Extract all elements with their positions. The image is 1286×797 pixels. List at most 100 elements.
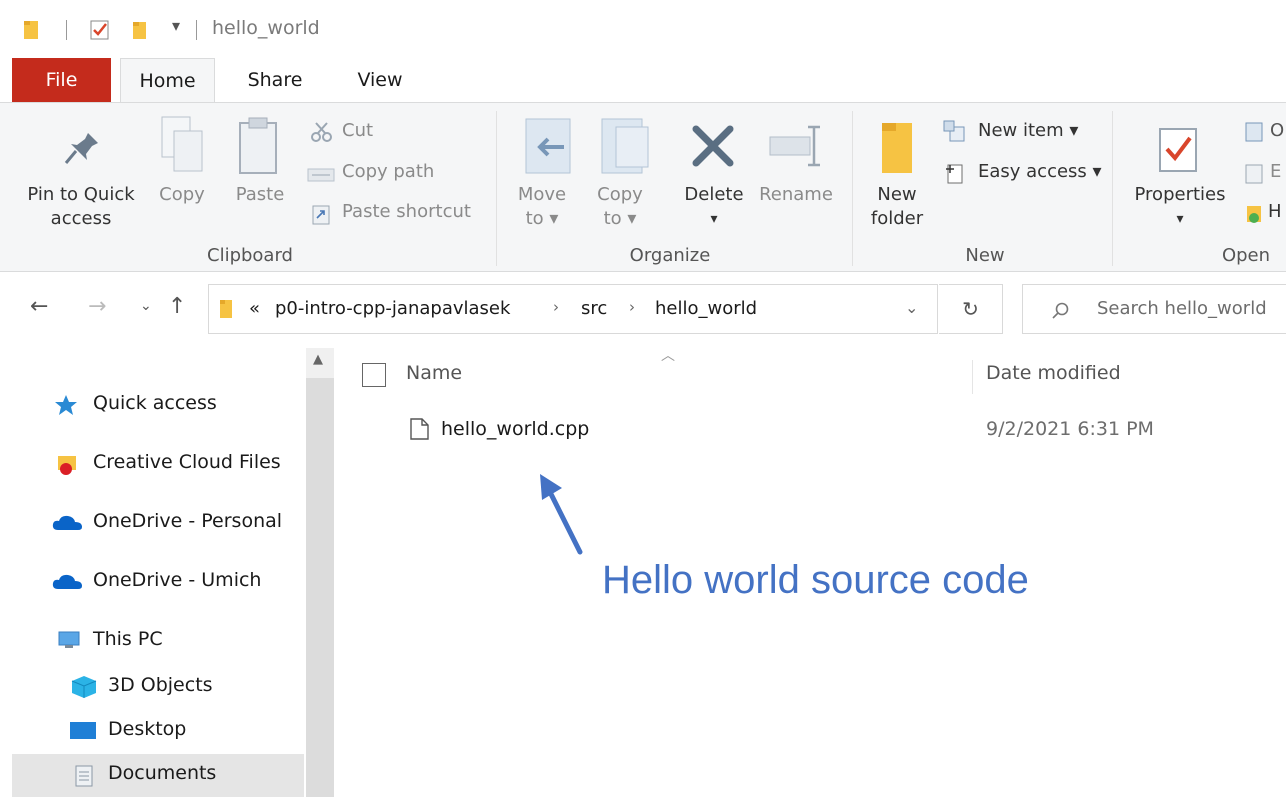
creative-cloud-icon <box>58 456 76 475</box>
refresh-icon[interactable]: ↻ <box>939 284 1003 334</box>
move-to-icon <box>525 118 571 174</box>
search-input[interactable]: Search hello_world <box>1097 298 1267 319</box>
annotation-label: Hello world source code <box>602 558 1029 602</box>
star-icon <box>55 395 77 415</box>
properties-label: Properties <box>1134 184 1226 205</box>
scroll-up-icon[interactable]: ▲ <box>313 352 323 367</box>
recent-locations-chevron-icon[interactable]: ⌄ <box>140 298 152 314</box>
paste-shortcut-label: Paste shortcut <box>342 201 471 222</box>
copy-to-icon <box>601 118 649 174</box>
nav-item-this-pc[interactable]: This PC <box>12 620 304 660</box>
group-separator <box>496 111 497 266</box>
edit-icon <box>1245 164 1263 184</box>
nav-item-creative-cloud-files[interactable]: Creative Cloud Files <box>12 443 304 483</box>
new-item-icon <box>943 120 965 142</box>
group-label-open: Open <box>1221 245 1271 266</box>
breadcrumb-item[interactable]: hello_world <box>655 298 757 319</box>
tab-share[interactable]: Share <box>230 58 320 102</box>
address-bar[interactable]: « p0-intro-cpp-janapavlasek › src › hell… <box>208 284 938 334</box>
folder-icon <box>24 21 38 39</box>
nav-item-desktop[interactable]: Desktop <box>12 710 304 750</box>
scrollbar-thumb[interactable] <box>306 378 334 797</box>
column-separator[interactable] <box>972 360 973 394</box>
delete-x-icon <box>692 125 734 167</box>
nav-item-label: Desktop <box>108 718 187 740</box>
nav-item-onedrive-umich[interactable]: OneDrive - Umich <box>12 561 304 601</box>
move-label-line1: Move <box>517 184 567 205</box>
copy-label: Copy <box>159 184 205 205</box>
nav-item-label: Quick access <box>93 392 217 414</box>
breadcrumb-chevron-icon[interactable]: › <box>553 298 559 316</box>
up-arrow-icon[interactable]: ↑ <box>168 294 186 319</box>
back-arrow-icon[interactable]: ← <box>30 294 48 319</box>
address-dropdown-icon[interactable]: ⌄ <box>905 298 918 317</box>
breadcrumb-overflow[interactable]: « <box>249 298 260 319</box>
copy-path-label: Copy path <box>342 161 435 182</box>
nav-item-label: OneDrive - Personal <box>93 510 283 532</box>
copy-to-label-line2: to ▾ <box>603 208 637 229</box>
file-icon <box>410 418 429 440</box>
new-item-label: New item ▾ <box>978 120 1079 141</box>
group-label-organize: Organize <box>629 245 711 266</box>
window-title: hello_world <box>212 17 320 39</box>
open-icon <box>1245 122 1263 142</box>
file-name: hello_world.cpp <box>441 418 590 440</box>
desktop-icon <box>70 722 96 739</box>
sort-indicator-icon: ︿ <box>661 348 675 364</box>
annotation-arrow-icon <box>540 474 583 555</box>
rename-label: Rename <box>759 184 833 205</box>
forward-arrow-icon[interactable]: → <box>88 294 106 319</box>
tab-view[interactable]: View <box>340 58 420 102</box>
history-label: H <box>1268 201 1282 222</box>
column-header-name[interactable]: Name <box>406 362 462 384</box>
computer-icon <box>58 631 80 648</box>
paste-icon <box>239 117 277 174</box>
delete-dropdown-icon[interactable]: ▾ <box>676 207 752 231</box>
search-box[interactable]: Search hello_world <box>1022 284 1286 334</box>
toolbar-separator <box>66 20 67 40</box>
nav-item-label: OneDrive - Umich <box>93 569 262 591</box>
history-icon <box>1247 206 1261 223</box>
nav-item-onedrive-personal[interactable]: OneDrive - Personal <box>12 502 304 542</box>
breadcrumb-chevron-icon[interactable]: › <box>629 298 635 316</box>
open-label: O <box>1270 120 1285 141</box>
ribbon: Pin to Quick access Copy Paste Cut Copy … <box>0 102 1286 272</box>
tab-home[interactable]: Home <box>120 58 215 103</box>
document-icon <box>75 765 93 787</box>
nav-item-label: This PC <box>93 628 163 650</box>
tab-file[interactable]: File <box>12 58 111 102</box>
easy-access-icon <box>946 164 963 184</box>
properties-icon[interactable] <box>88 18 112 42</box>
group-separator <box>852 111 853 266</box>
pin-label-line1: Pin to Quick <box>27 184 135 205</box>
nav-item-quick-access[interactable]: Quick access <box>12 384 304 424</box>
navigation-bar: ← → ⌄ ↑ « p0-intro-cpp-janapavlasek › sr… <box>0 272 1286 348</box>
paste-label: Paste <box>235 184 285 205</box>
select-all-checkbox[interactable] <box>362 363 386 387</box>
breadcrumb-item[interactable]: src <box>581 298 607 319</box>
folder-icon <box>882 123 912 173</box>
copy-path-icon <box>307 168 335 182</box>
paste-shortcut-icon <box>312 205 330 225</box>
properties-dropdown-icon[interactable]: ▾ <box>1128 207 1232 231</box>
copy-icon <box>161 116 203 172</box>
cube-icon <box>71 676 97 698</box>
edit-label: E <box>1270 161 1282 182</box>
scissors-icon <box>311 122 332 142</box>
group-label-new: New <box>965 245 1005 266</box>
breadcrumb-item[interactable]: p0-intro-cpp-janapavlasek <box>275 298 510 319</box>
folder-icon <box>220 300 232 318</box>
new-folder-label-line1: New <box>877 184 917 205</box>
group-separator <box>1112 111 1113 266</box>
new-folder-icon[interactable] <box>130 18 152 42</box>
navigation-pane: ▲ Quick access Creative Cloud Files OneD… <box>0 348 340 797</box>
cloud-icon <box>52 574 82 589</box>
nav-item-3d-objects[interactable]: 3D Objects <box>12 666 304 706</box>
nav-item-label: Documents <box>108 762 217 784</box>
column-header-date-modified[interactable]: Date modified <box>986 362 1121 384</box>
pin-icon <box>64 133 98 164</box>
customize-toolbar-icon[interactable]: ▾ <box>172 16 180 40</box>
nav-item-documents[interactable]: Documents <box>12 754 304 797</box>
file-date-modified: 9/2/2021 6:31 PM <box>986 418 1154 440</box>
properties-icon <box>1159 128 1197 172</box>
